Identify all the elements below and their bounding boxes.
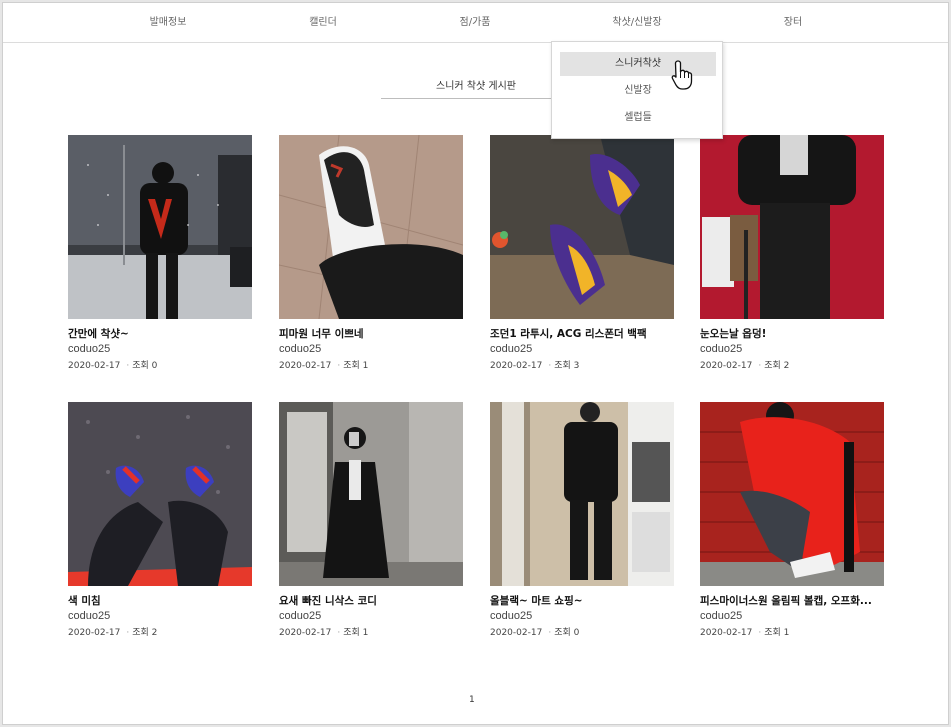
nav-calendar[interactable]: 캘린더	[309, 3, 337, 43]
pagination-page-link[interactable]: 1	[469, 695, 475, 705]
post-meta: 2020-02-17 · 조회 0	[68, 361, 158, 371]
post-date: 2020-02-17	[279, 628, 332, 638]
post-card[interactable]: 간만에 착샷~ coduo25 2020-02-17 · 조회 0	[68, 135, 252, 371]
hand-pointer-icon	[671, 60, 693, 90]
post-date: 2020-02-17	[490, 361, 543, 371]
post-date: 2020-02-17	[68, 361, 121, 371]
post-title: 피마원 너무 이쁘네	[279, 328, 364, 340]
post-views: 조회 1	[764, 628, 790, 638]
post-meta: 2020-02-17 · 조회 1	[279, 628, 369, 638]
post-meta: 2020-02-17 · 조회 1	[700, 628, 790, 638]
nav-authenticity-check[interactable]: 점/가품	[460, 3, 491, 43]
nav-release-info[interactable]: 발매정보	[150, 3, 187, 43]
post-card[interactable]: 눈오는날 옵덩! coduo25 2020-02-17 · 조회 2	[700, 135, 884, 371]
top-navigation: 발매정보 캘린더 점/가품 착샷/신발장 장터	[3, 3, 948, 43]
post-card[interactable]: 조던1 라투시, ACG 리스폰더 백팩 coduo25 2020-02-17 ·…	[490, 135, 674, 371]
post-card[interactable]: 피스마이너스원 올림픽 볼캡, 오프화... coduo25 2020-02-1…	[700, 402, 884, 638]
post-views: 조회 0	[554, 628, 580, 638]
board-title: 스니커 착샷 게시판	[381, 77, 571, 99]
post-title: 요새 빠진 니삭스 코디	[279, 595, 377, 607]
post-title: 색 미침	[68, 595, 101, 607]
post-thumbnail-image	[700, 402, 884, 586]
post-author: coduo25	[279, 610, 322, 622]
post-author: coduo25	[490, 343, 533, 355]
post-views: 조회 0	[132, 361, 158, 371]
post-author: coduo25	[68, 343, 111, 355]
dropdown-item-celebrities[interactable]: 셀럽들	[560, 106, 716, 130]
post-meta: 2020-02-17 · 조회 2	[700, 361, 790, 371]
post-meta: 2020-02-17 · 조회 0	[490, 628, 580, 638]
post-author: coduo25	[490, 610, 533, 622]
post-views: 조회 3	[554, 361, 580, 371]
wear-shots-dropdown-menu: 스니커착샷 신발장 셀럽들	[551, 41, 723, 139]
post-thumbnail-image	[279, 402, 463, 586]
post-views: 조회 2	[132, 628, 158, 638]
post-author: coduo25	[68, 610, 111, 622]
post-author: coduo25	[700, 343, 743, 355]
post-date: 2020-02-17	[68, 628, 121, 638]
post-title: 간만에 착샷~	[68, 328, 129, 340]
post-views: 조회 2	[764, 361, 790, 371]
post-card[interactable]: 요새 빠진 니삭스 코디 coduo25 2020-02-17 · 조회 1	[279, 402, 463, 638]
post-title: 올블랙~ 마트 쇼핑~	[490, 595, 583, 607]
post-title: 피스마이너스원 올림픽 볼캡, 오프화...	[700, 595, 872, 607]
post-card[interactable]: 올블랙~ 마트 쇼핑~ coduo25 2020-02-17 · 조회 0	[490, 402, 674, 638]
post-date: 2020-02-17	[700, 628, 753, 638]
browser-page: 발매정보 캘린더 점/가품 착샷/신발장 장터 스니커착샷 신발장 셀럽들 스니…	[2, 2, 949, 725]
post-date: 2020-02-17	[279, 361, 332, 371]
post-author: coduo25	[700, 610, 743, 622]
post-views: 조회 1	[343, 628, 369, 638]
post-thumbnail-image	[279, 135, 463, 319]
post-card[interactable]: 색 미침 coduo25 2020-02-17 · 조회 2	[68, 402, 252, 638]
post-thumbnail-image	[68, 402, 252, 586]
post-title: 조던1 라투시, ACG 리스폰더 백팩	[490, 328, 647, 340]
post-title: 눈오는날 옵덩!	[700, 328, 767, 340]
post-date: 2020-02-17	[700, 361, 753, 371]
post-thumbnail-image	[490, 402, 674, 586]
post-card[interactable]: 피마원 너무 이쁘네 coduo25 2020-02-17 · 조회 1	[279, 135, 463, 371]
post-author: coduo25	[279, 343, 322, 355]
post-meta: 2020-02-17 · 조회 2	[68, 628, 158, 638]
post-thumbnail-image	[700, 135, 884, 319]
post-meta: 2020-02-17 · 조회 1	[279, 361, 369, 371]
post-meta: 2020-02-17 · 조회 3	[490, 361, 580, 371]
post-views: 조회 1	[343, 361, 369, 371]
post-date: 2020-02-17	[490, 628, 543, 638]
post-thumbnail-image	[68, 135, 252, 319]
nav-wear-shots-shoe-rack[interactable]: 착샷/신발장	[612, 3, 661, 43]
nav-market[interactable]: 장터	[784, 3, 802, 43]
post-thumbnail-image	[490, 135, 674, 319]
